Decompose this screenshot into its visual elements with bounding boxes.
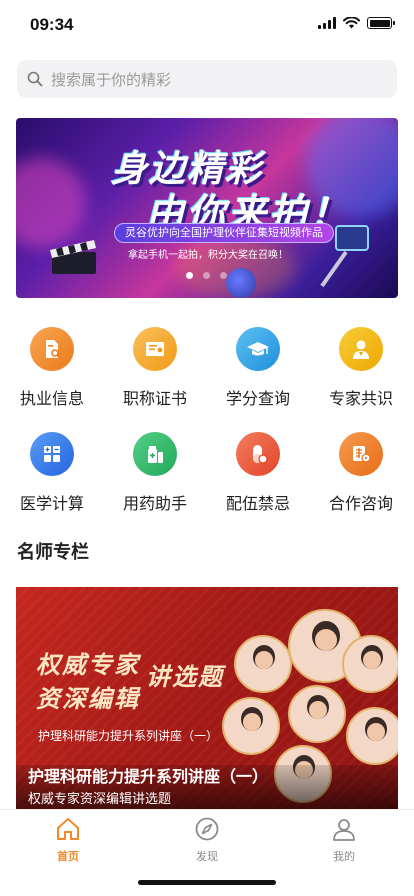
selfie-stick-icon: [320, 225, 369, 288]
feature-label: 学分查询: [225, 389, 290, 408]
feature-credit-query[interactable]: 学分查询: [213, 327, 303, 409]
search-placeholder: 搜索属于你的精彩: [51, 70, 172, 89]
carousel-dots[interactable]: [186, 272, 227, 279]
graduation-cap-icon: [236, 327, 280, 371]
medicine-bottle-icon: [133, 432, 177, 476]
battery-icon: [367, 17, 395, 29]
course-banner-small: 护理科研能力提升系列讲座（一）: [38, 729, 219, 743]
course-title: 护理科研能力提升系列讲座（一）: [28, 767, 269, 786]
banner-subtitle: 拿起手机一起拍，积分大奖在召唤！: [128, 250, 288, 261]
compass-icon: [195, 817, 219, 841]
certificate-icon: [133, 327, 177, 371]
feature-label: 配伍禁忌: [225, 494, 290, 513]
carousel-dot[interactable]: [186, 272, 193, 279]
feature-label: 执业信息: [19, 389, 84, 408]
tab-home[interactable]: 首页: [28, 816, 108, 864]
feature-practice-info[interactable]: 执业信息: [7, 327, 97, 409]
expert-portrait: [288, 685, 346, 743]
home-indicator: [138, 880, 276, 885]
banner-pill: 灵谷优护向全国护理伙伴征集短视频作品: [114, 223, 334, 243]
section-title: 名师专栏: [17, 542, 89, 563]
carousel-dot[interactable]: [220, 272, 227, 279]
cellular-signal-icon: [318, 17, 336, 29]
status-time: 09:34: [30, 15, 74, 34]
course-card[interactable]: 权威专家 资深编辑 讲选题 护理科研能力提升系列讲座（一） 护理科研能力提升系列…: [16, 587, 398, 809]
search-icon: [27, 71, 43, 87]
clapperboard-icon: [50, 240, 96, 274]
wifi-icon: [343, 17, 360, 29]
doctor-icon: [339, 327, 383, 371]
id-document-icon: [30, 327, 74, 371]
expert-portrait: [342, 635, 398, 693]
expert-portrait: [346, 707, 398, 765]
feature-medication-assistant[interactable]: 用药助手: [110, 432, 200, 514]
tab-discover[interactable]: 发现: [167, 816, 247, 864]
course-banner-line2: 资深编辑: [36, 685, 140, 713]
banner-decoration: [16, 158, 86, 248]
feature-medical-calculator[interactable]: 医学计算: [7, 432, 97, 514]
cooperation-icon: [339, 432, 383, 476]
course-subtitle: 权威专家资深编辑讲选题: [28, 792, 172, 807]
tab-label: 首页: [57, 850, 79, 863]
status-bar: 09:34: [0, 0, 414, 50]
play-ball-icon: [226, 268, 256, 298]
expert-portrait: [222, 697, 280, 755]
feature-label: 职称证书: [122, 389, 187, 408]
feature-incompatibility[interactable]: 配伍禁忌: [213, 432, 303, 514]
search-bar[interactable]: 搜索属于你的精彩: [17, 60, 397, 98]
carousel-dot[interactable]: [203, 272, 210, 279]
status-icons: [318, 17, 395, 29]
feature-expert-consensus[interactable]: 专家共识: [316, 327, 406, 409]
feature-label: 医学计算: [19, 494, 84, 513]
pill-icon: [236, 432, 280, 476]
feature-title-certificate[interactable]: 职称证书: [110, 327, 200, 409]
feature-cooperation[interactable]: 合作咨询: [316, 432, 406, 514]
feature-label: 合作咨询: [328, 494, 393, 513]
tab-label: 发现: [196, 850, 218, 863]
profile-icon: [333, 819, 355, 841]
expert-portrait: [234, 635, 292, 693]
feature-label: 用药助手: [122, 494, 187, 513]
home-icon: [57, 818, 79, 840]
calculator-icon: [30, 432, 74, 476]
tab-profile[interactable]: 我的: [304, 816, 384, 864]
tab-label: 我的: [333, 850, 355, 863]
course-banner-line3: 讲选题: [146, 663, 224, 691]
course-banner-line1: 权威专家: [36, 651, 140, 679]
promo-banner[interactable]: 身边精彩 由你来拍！ 灵谷优护向全国护理伙伴征集短视频作品 拿起手机一起拍，积分…: [16, 118, 398, 298]
feature-label: 专家共识: [328, 389, 393, 408]
